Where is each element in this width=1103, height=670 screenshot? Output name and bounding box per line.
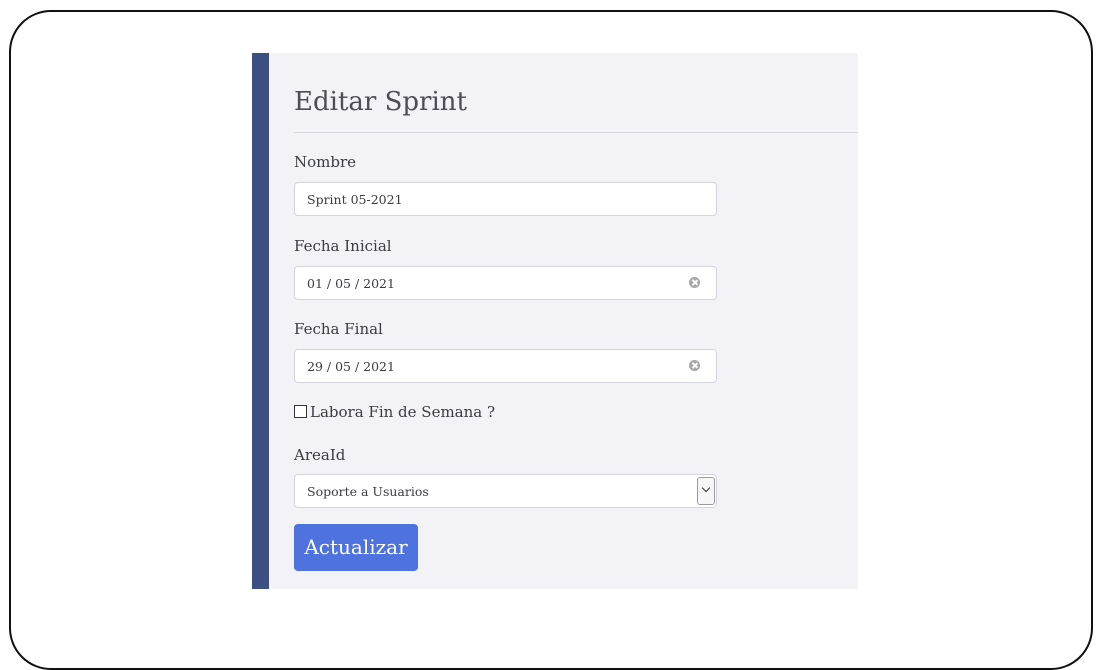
fecha-inicial-value: 01 / 05 / 2021: [307, 276, 395, 291]
nombre-input-value: Sprint 05-2021: [307, 192, 403, 207]
chevron-down-icon: [701, 483, 711, 493]
fecha-final-clear-icon[interactable]: [689, 360, 700, 371]
sidebar-accent-bar: [252, 53, 269, 589]
nombre-input[interactable]: Sprint 05-2021: [294, 182, 717, 216]
actualizar-button[interactable]: Actualizar: [294, 524, 418, 571]
fecha-final-value: 29 / 05 / 2021: [307, 359, 395, 374]
fecha-inicial-date-input[interactable]: 01 / 05 / 2021: [294, 266, 717, 300]
area-label: AreaId: [294, 446, 346, 464]
title-divider: [294, 132, 858, 133]
area-select[interactable]: Soporte a Usuarios: [294, 474, 717, 508]
fecha-inicial-clear-icon[interactable]: [689, 277, 700, 288]
page-title: Editar Sprint: [294, 87, 467, 117]
fecha-inicial-label: Fecha Inicial: [294, 237, 392, 255]
nombre-label: Nombre: [294, 153, 357, 171]
area-select-toggle[interactable]: [697, 477, 715, 505]
fin-de-semana-label[interactable]: Labora Fin de Semana ?: [310, 403, 495, 421]
fin-de-semana-checkbox[interactable]: [294, 405, 307, 418]
area-selected-value: Soporte a Usuarios: [307, 484, 429, 499]
fecha-final-label: Fecha Final: [294, 320, 383, 338]
fecha-final-date-input[interactable]: 29 / 05 / 2021: [294, 349, 717, 383]
edit-sprint-panel: Editar Sprint Nombre Sprint 05-2021 Fech…: [252, 53, 858, 589]
